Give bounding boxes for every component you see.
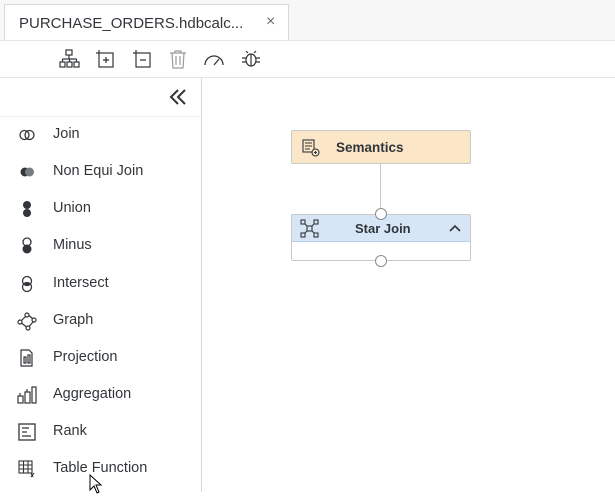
union-icon <box>17 199 37 219</box>
palette-item-label: Minus <box>53 237 92 253</box>
palette-item-union[interactable]: Union <box>0 194 200 224</box>
editor-tab-bar: PURCHASE_ORDERS.hdbcalc... × <box>0 0 615 41</box>
remove-node-icon[interactable] <box>132 49 154 69</box>
palette-item-aggregation[interactable]: Aggregation <box>0 380 200 410</box>
non-equi-join-icon <box>17 162 37 182</box>
debug-icon[interactable] <box>240 49 262 69</box>
performance-icon[interactable] <box>203 49 225 69</box>
palette-item-label: Union <box>53 200 91 216</box>
star-join-node[interactable]: Star Join <box>291 214 471 261</box>
semantics-icon <box>302 139 320 157</box>
palette-item-projection[interactable]: Projection <box>0 343 200 373</box>
semantics-node[interactable]: Semantics <box>291 130 471 164</box>
projection-icon <box>17 348 37 368</box>
editor-toolbar <box>0 41 615 78</box>
palette-item-label: Non Equi Join <box>53 163 144 179</box>
palette-item-intersect[interactable]: Intersect <box>0 269 200 299</box>
star-join-node-title: Star Join <box>355 221 411 236</box>
minus-icon <box>17 236 37 256</box>
semantics-node-title: Semantics <box>336 140 404 155</box>
palette-item-graph[interactable]: Graph <box>0 306 200 336</box>
star-join-output-port[interactable] <box>375 255 387 267</box>
palette-item-label: Aggregation <box>53 386 132 402</box>
palette-item-minus[interactable]: Minus <box>0 231 200 261</box>
chevron-up-icon[interactable] <box>448 221 462 235</box>
editor-tab-title: PURCHASE_ORDERS.hdbcalc... <box>19 15 244 32</box>
close-tab-icon[interactable]: × <box>266 13 275 31</box>
palette-divider <box>0 116 201 117</box>
join-icon <box>17 125 37 145</box>
star-join-icon <box>300 219 319 238</box>
add-node-icon[interactable] <box>95 49 117 69</box>
palette-item-join[interactable]: Join <box>0 120 200 150</box>
palette-item-label: Projection <box>53 349 118 365</box>
palette-item-label: Join <box>53 126 80 142</box>
star-join-input-port[interactable] <box>375 208 387 220</box>
palette-item-label: Graph <box>53 312 94 328</box>
palette-item-non-equi-join[interactable]: Non Equi Join <box>0 157 200 187</box>
palette-item-rank[interactable]: Rank <box>0 417 200 447</box>
collapse-palette-icon[interactable] <box>166 86 190 108</box>
table-function-icon <box>17 459 37 479</box>
palette-item-label: Rank <box>53 423 87 439</box>
palette-item-label: Intersect <box>53 275 109 291</box>
graph-icon <box>17 311 37 331</box>
node-palette: Join Non Equi Join Union Minus Intersect… <box>0 78 202 492</box>
intersect-icon <box>17 274 37 294</box>
mouse-cursor-icon <box>89 473 103 494</box>
hierarchy-icon[interactable] <box>58 49 80 69</box>
rank-icon <box>17 422 37 442</box>
delete-icon[interactable] <box>167 49 189 69</box>
editor-tab[interactable]: PURCHASE_ORDERS.hdbcalc... × <box>4 4 289 40</box>
aggregation-icon <box>17 385 37 405</box>
